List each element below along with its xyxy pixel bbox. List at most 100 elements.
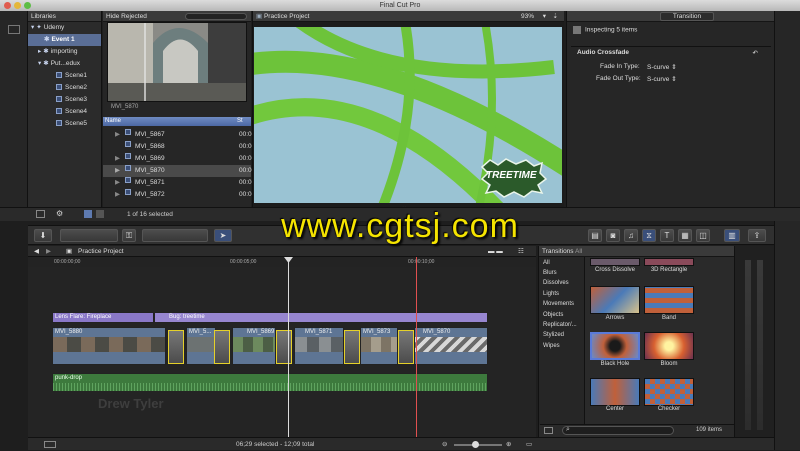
disclosure-triangle-icon[interactable]: ▶ xyxy=(115,129,120,141)
keyword-item-scene1[interactable]: Scene1 xyxy=(28,70,101,82)
sidebar-toggle-icon[interactable] xyxy=(8,25,20,34)
table-row[interactable]: ▶ MVI_5869 00:0 xyxy=(103,153,252,165)
filter-popup[interactable]: Hide Rejected xyxy=(106,13,147,20)
zoom-out-icon[interactable]: ⊖ xyxy=(442,438,447,451)
timeline-transition[interactable] xyxy=(276,330,292,364)
event-item-put-redux[interactable]: ▾ ✱ Put...edux xyxy=(28,58,101,70)
inspector-toggle-button[interactable]: ▥ xyxy=(724,229,740,242)
table-row-selected[interactable]: ▶ MVI_5870 00:0 xyxy=(103,165,252,177)
disclosure-triangle-icon[interactable]: ▶ xyxy=(115,177,120,189)
table-row[interactable]: ▶ MVI_5871 00:0 xyxy=(103,177,252,189)
video-clip[interactable]: MVI_5871 xyxy=(294,327,344,365)
tab-transition[interactable]: Transition xyxy=(660,12,714,21)
table-row[interactable]: MVI_5868 00:0 xyxy=(103,141,252,153)
table-row[interactable]: ▶ MVI_5867 00:0 xyxy=(103,129,252,141)
clip-appearance-button[interactable]: ▭ xyxy=(526,438,532,451)
chevron-down-icon[interactable]: ▾ xyxy=(543,11,546,21)
category-lights[interactable]: Lights xyxy=(540,289,584,299)
column-name[interactable]: Name xyxy=(105,117,121,126)
video-clip[interactable]: MVI_5... xyxy=(186,327,216,365)
transition-thumb-bloom[interactable] xyxy=(644,332,694,360)
keyword-item-scene2[interactable]: Scene2 xyxy=(28,82,101,94)
disclosure-triangle-icon[interactable]: ▾ xyxy=(31,24,34,31)
library-item[interactable]: ▾ ✦ Udemy xyxy=(28,22,101,34)
column-start[interactable]: St xyxy=(237,117,243,126)
disclosure-triangle-icon[interactable]: ▸ xyxy=(38,48,41,55)
fade-out-type-popup[interactable]: S-curve ⇕ xyxy=(647,75,677,83)
forward-arrow-icon[interactable]: ▶ xyxy=(46,246,51,257)
category-replicator[interactable]: Replicator/... xyxy=(540,320,584,330)
reset-icon[interactable]: ↶ xyxy=(753,49,758,57)
zoom-popup[interactable]: 93% xyxy=(521,11,534,21)
zoom-slider-knob[interactable] xyxy=(472,441,479,448)
transition-thumb-3d-rectangle[interactable] xyxy=(644,258,694,266)
generators-browser-button[interactable]: ▦ xyxy=(678,229,692,242)
video-clip[interactable]: MVI_5870 xyxy=(414,327,488,365)
zoom-in-icon[interactable]: ⊕ xyxy=(506,438,511,451)
timeline-transition[interactable] xyxy=(398,330,414,364)
edit-buttons[interactable] xyxy=(142,229,208,242)
timeline-ruler[interactable]: 00:00:00;00 00:00:05;00 00:00:10;00 xyxy=(28,257,536,267)
transition-thumb-cross-dissolve[interactable] xyxy=(590,258,640,266)
transitions-search-input[interactable]: ⌕ xyxy=(562,426,674,435)
library-panel-icon[interactable] xyxy=(36,210,45,218)
event-item-importing[interactable]: ▸ ✱ importing xyxy=(28,46,101,58)
audio-clip-punk-drop[interactable]: punk-drop xyxy=(52,373,488,391)
zoom-window-button[interactable] xyxy=(24,2,31,9)
timeline-index-icon[interactable] xyxy=(44,441,56,448)
category-toggle-icon[interactable] xyxy=(544,427,553,434)
timeline-transition[interactable] xyxy=(168,330,184,364)
category-wipes[interactable]: Wipes xyxy=(540,341,584,351)
category-blurs[interactable]: Blurs xyxy=(540,268,584,278)
fade-in-type-popup[interactable]: S-curve ⇕ xyxy=(647,63,677,71)
keyword-item-scene5[interactable]: Scene5 xyxy=(28,118,101,130)
transition-thumb-black-hole-selected[interactable] xyxy=(590,332,640,360)
transition-thumb-arrows[interactable] xyxy=(590,286,640,314)
photos-browser-button[interactable]: ▤ xyxy=(588,229,602,242)
import-button[interactable]: ⬇ xyxy=(34,229,52,242)
transitions-browser-button[interactable]: ⧖ xyxy=(642,229,656,242)
keyword-item-scene3[interactable]: Scene3 xyxy=(28,94,101,106)
titles-browser-button[interactable]: T xyxy=(660,229,674,242)
category-objects[interactable]: Objects xyxy=(540,310,584,320)
skimmer-line[interactable] xyxy=(288,257,289,437)
timeline-transition[interactable] xyxy=(344,330,360,364)
transition-thumb-center[interactable] xyxy=(590,378,640,406)
transition-thumb-checker[interactable] xyxy=(644,378,694,406)
themes-browser-button[interactable]: ◫ xyxy=(696,229,710,242)
event-item-event1[interactable]: ✱ Event 1 xyxy=(28,34,101,46)
list-view-icon[interactable] xyxy=(96,210,104,218)
camera-icon[interactable]: ◙ xyxy=(606,229,620,242)
title-clip-lens-flare[interactable]: Lens Flare: Fireplace xyxy=(52,312,154,323)
title-clip-bug-treetime[interactable]: Bug: treetime xyxy=(154,312,488,323)
disclosure-triangle-icon[interactable]: ▾ xyxy=(38,60,41,67)
keyword-item-scene4[interactable]: Scene4 xyxy=(28,106,101,118)
playhead-line[interactable] xyxy=(416,257,417,437)
keyword-button[interactable]: ⚿ xyxy=(122,229,136,242)
table-row[interactable]: ▶ MVI_5872 00:0 xyxy=(103,189,252,201)
category-movements[interactable]: Movements xyxy=(540,299,584,309)
share-button[interactable]: ⇪ xyxy=(748,229,766,242)
gear-icon[interactable]: ⚙ xyxy=(56,209,63,218)
video-clip[interactable]: MVI_5873 xyxy=(360,327,398,365)
filmstrip-view-icon[interactable] xyxy=(84,210,92,218)
close-window-button[interactable] xyxy=(4,2,11,9)
music-icon[interactable]: ♫ xyxy=(624,229,638,242)
disclosure-triangle-icon[interactable]: ▶ xyxy=(115,189,120,201)
back-arrow-icon[interactable]: ◀ xyxy=(34,246,39,257)
browser-search-input[interactable] xyxy=(185,13,247,20)
transition-thumb-band[interactable] xyxy=(644,286,694,314)
category-all[interactable]: All xyxy=(540,258,584,268)
disclosure-triangle-icon[interactable]: ▶ xyxy=(115,153,120,165)
view-options-icon[interactable]: ⇣ xyxy=(553,11,558,21)
category-dissolves[interactable]: Dissolves xyxy=(540,278,584,288)
category-stylized[interactable]: Stylized xyxy=(540,330,584,340)
minimize-window-button[interactable] xyxy=(14,2,21,9)
disclosure-triangle-icon[interactable]: ▶ xyxy=(115,165,120,177)
video-clip[interactable]: MVI_5880 xyxy=(52,327,166,365)
clip-filmstrip-thumbnail[interactable] xyxy=(107,22,247,102)
timeline-transition[interactable] xyxy=(214,330,230,364)
edit-mode-buttons[interactable] xyxy=(60,229,118,242)
viewer-canvas[interactable]: TREETIME xyxy=(254,27,562,203)
video-clip[interactable]: MVI_5869 xyxy=(232,327,276,365)
